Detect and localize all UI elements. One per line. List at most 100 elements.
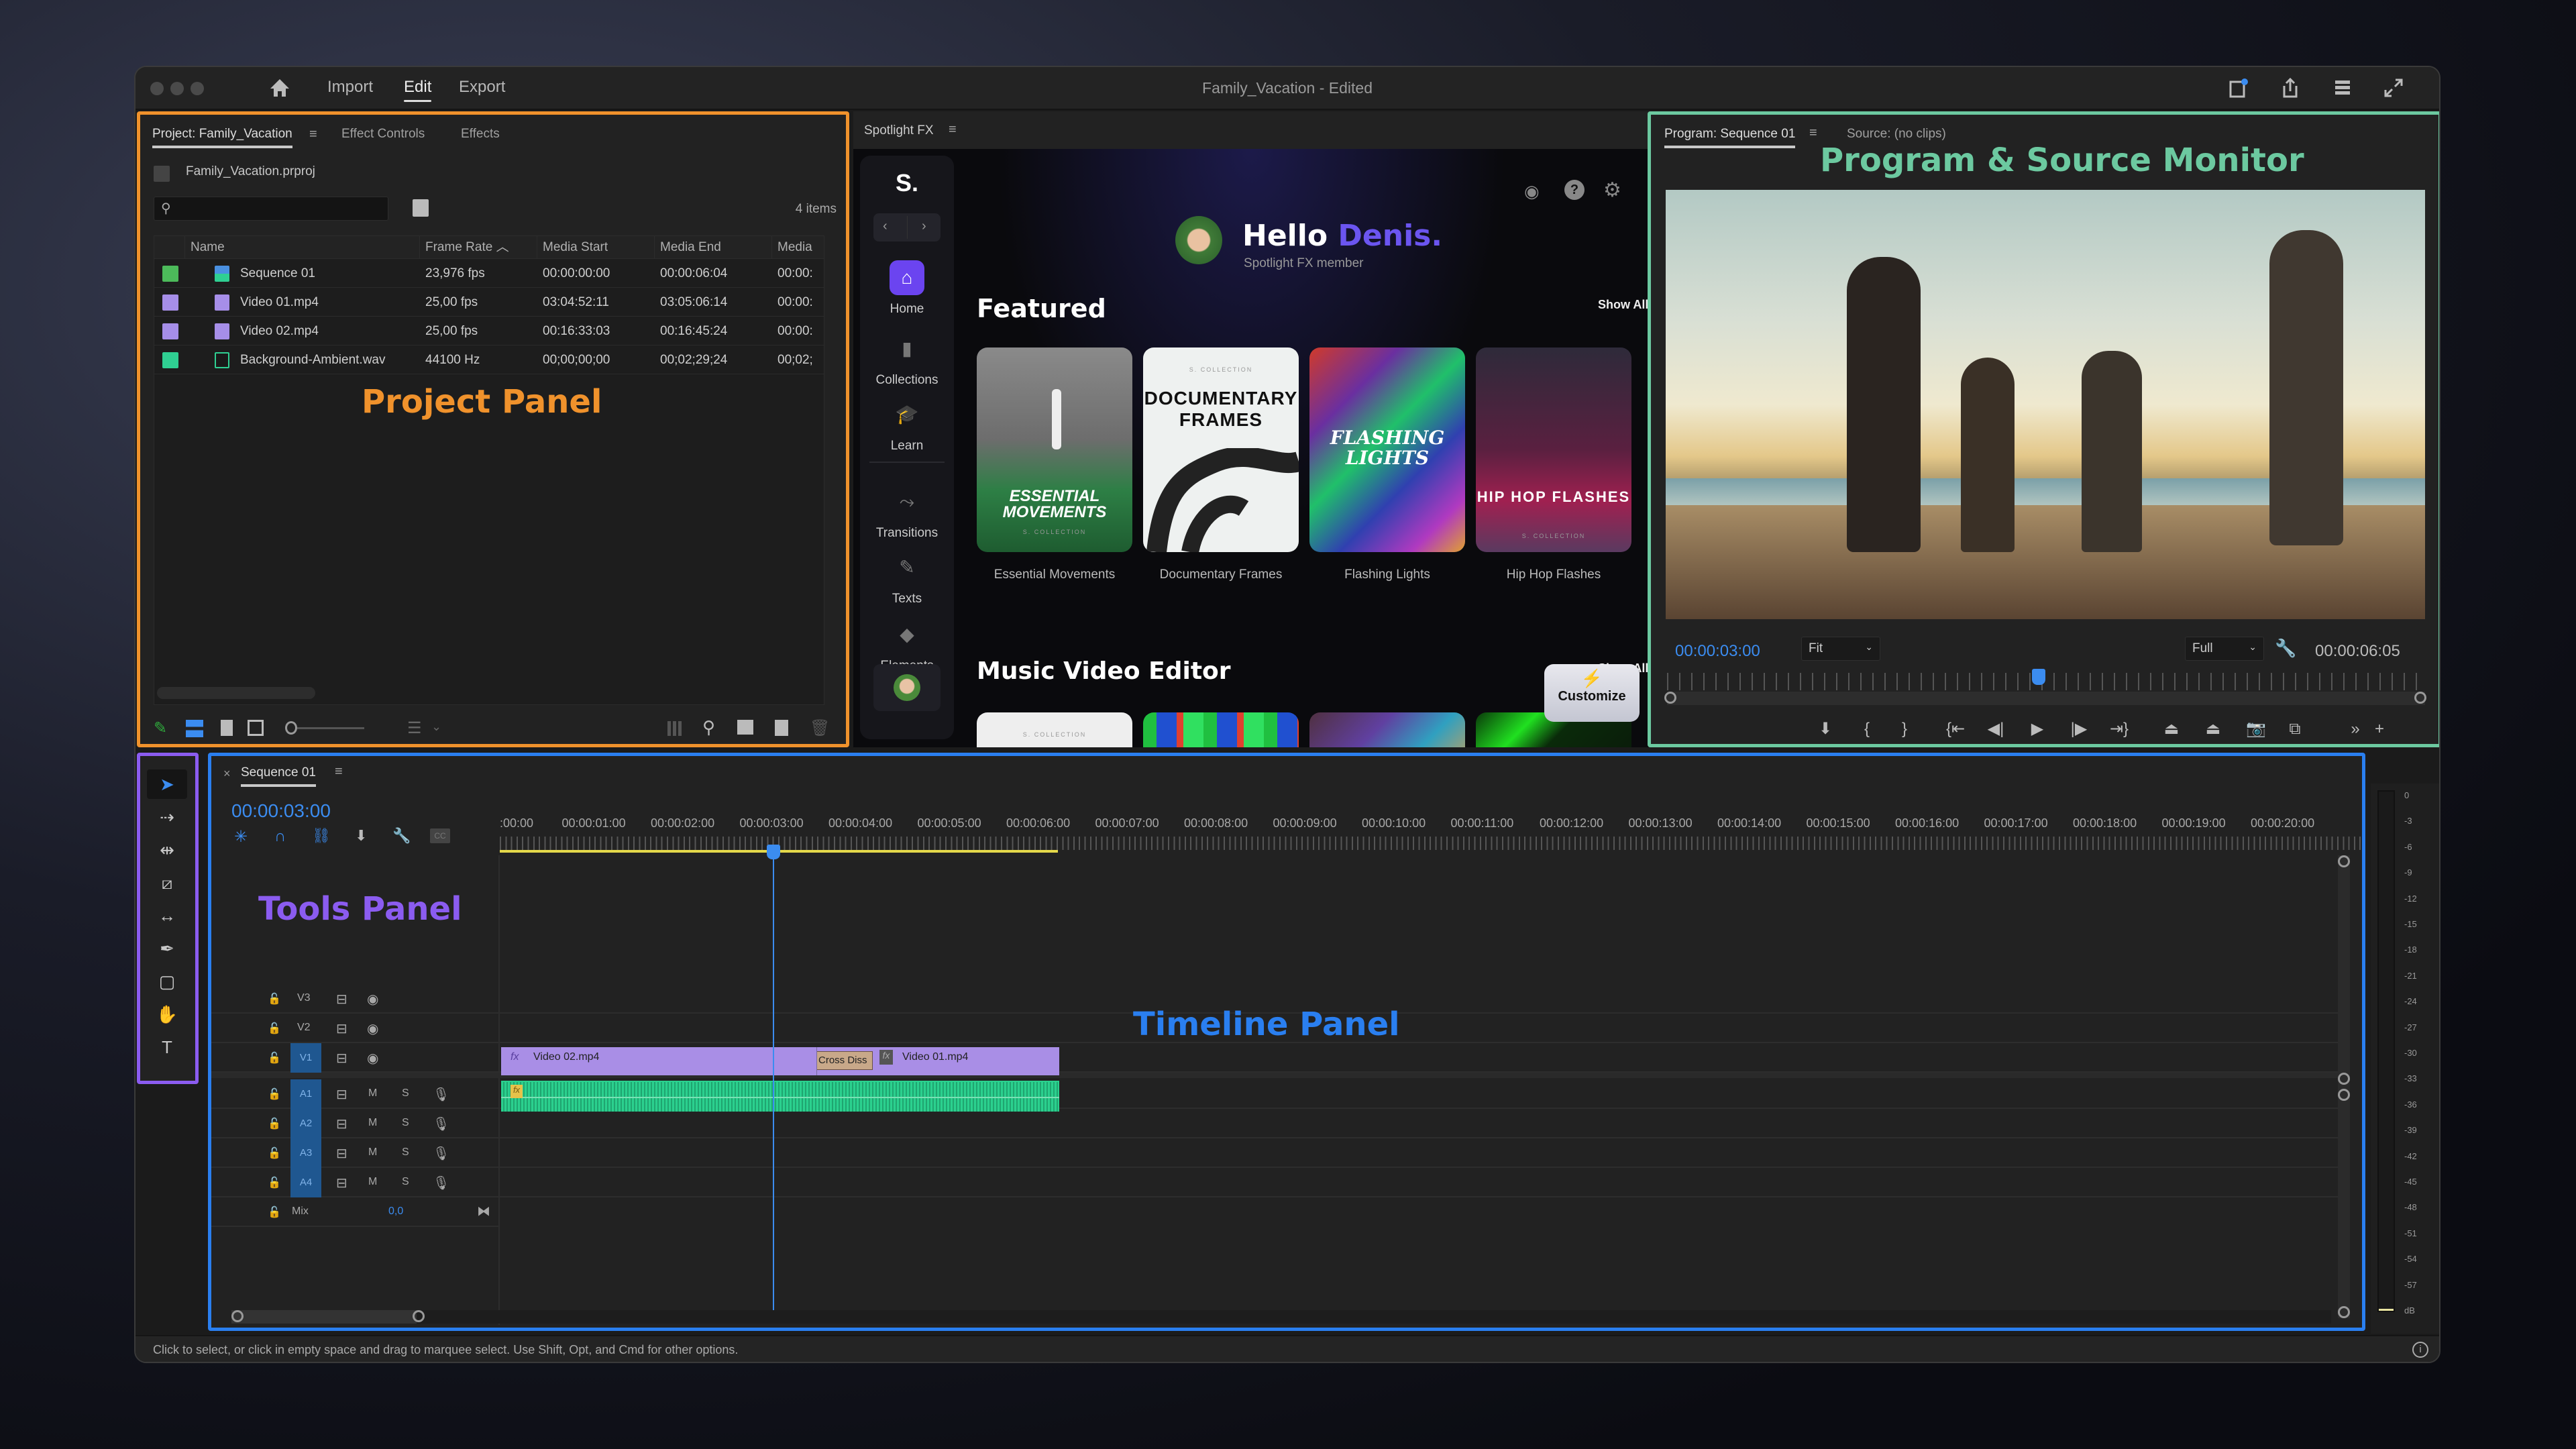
workspaces-icon[interactable]: [2329, 76, 2356, 101]
tab-sequence[interactable]: Sequence 01: [241, 765, 316, 787]
captions-icon[interactable]: CC: [430, 828, 450, 843]
sidebar-item-learn[interactable]: 🎓 Learn: [860, 397, 954, 453]
program-current-time[interactable]: 00:00:03:00: [1675, 642, 1760, 661]
discord-icon[interactable]: ◉: [1524, 181, 1540, 202]
type-tool-icon[interactable]: T: [147, 1032, 187, 1062]
mute-button[interactable]: M: [368, 1087, 377, 1099]
write-on-icon[interactable]: ✎: [154, 718, 167, 738]
track-target-toggle[interactable]: V3: [297, 992, 311, 1004]
table-row[interactable]: Video 01.mp4 25,00 fps 03:04:52:11 03:05:06…: [154, 288, 824, 317]
solo-button[interactable]: S: [402, 1176, 409, 1188]
lock-icon[interactable]: 🔓: [268, 1022, 281, 1035]
go-to-out-icon[interactable]: ⇥}: [2106, 716, 2133, 743]
find-icon[interactable]: [413, 199, 429, 217]
fullscreen-icon[interactable]: [2380, 76, 2407, 101]
sync-lock-icon[interactable]: ⊟: [336, 1086, 347, 1103]
mark-in-icon[interactable]: {: [1854, 716, 1880, 743]
zoom-level-select[interactable]: Fit ⌄: [1801, 637, 1880, 661]
rectangle-tool-icon[interactable]: ▢: [147, 967, 187, 996]
panel-menu-icon[interactable]: ≡: [309, 127, 317, 142]
sync-lock-icon[interactable]: ⊟: [336, 1175, 347, 1191]
find-icon-bottom[interactable]: ⚲: [702, 717, 715, 738]
clip-background-ambient[interactable]: fx: [501, 1081, 1059, 1112]
panel-menu-icon[interactable]: ≡: [1809, 125, 1817, 141]
monitor-time-ruler[interactable]: [1667, 673, 2425, 690]
pen-tool-icon[interactable]: ✒: [147, 934, 187, 963]
add-button-icon[interactable]: +: [2366, 716, 2393, 743]
trash-icon[interactable]: 🗑: [810, 718, 830, 738]
featured-show-all-link[interactable]: Show All: [1598, 298, 1648, 312]
table-row[interactable]: Background-Ambient.wav 44100 Hz 00;00;00;0…: [154, 345, 824, 374]
customize-button[interactable]: ⚡ Customize: [1544, 664, 1640, 722]
sidebar-item-collections[interactable]: ▮ Collections: [860, 331, 954, 388]
lock-icon[interactable]: 🔓: [268, 1087, 281, 1101]
table-row[interactable]: Video 02.mp4 25,00 fps 00:16:33:03 00:16:45…: [154, 317, 824, 345]
horizontal-scrollbar[interactable]: [231, 1310, 2331, 1324]
col-media-duration[interactable]: Media: [772, 236, 826, 259]
scrollbar-handle-left[interactable]: [1664, 692, 1676, 704]
eye-icon[interactable]: ◉: [367, 1020, 378, 1037]
label-color-swatch[interactable]: [162, 352, 178, 368]
help-icon[interactable]: ?: [1564, 180, 1585, 200]
mix-collapse-icon[interactable]: ⧓: [477, 1203, 490, 1220]
zoom-slider[interactable]: [297, 727, 364, 729]
playback-resolution-select[interactable]: Full ⌄: [2185, 637, 2264, 661]
settings-wrench-icon[interactable]: 🔧: [2275, 638, 2296, 659]
scrollbar-thumb[interactable]: [231, 1310, 417, 1324]
program-video-frame[interactable]: [1666, 190, 2425, 619]
linked-selection-icon[interactable]: ⛓: [312, 827, 331, 845]
tab-source[interactable]: Source: (no clips): [1847, 127, 1946, 142]
forward-arrow-icon[interactable]: ›: [922, 219, 926, 234]
new-item-icon[interactable]: [775, 720, 788, 736]
settings-icon[interactable]: ⚙: [1603, 178, 1621, 202]
card-label[interactable]: Essential Movements: [971, 568, 1138, 582]
col-media-start[interactable]: Media Start: [537, 236, 655, 259]
voiceover-record-icon[interactable]: 🎙: [433, 1116, 449, 1132]
panel-menu-icon[interactable]: ≡: [335, 764, 343, 780]
voiceover-record-icon[interactable]: 🎙: [433, 1145, 449, 1162]
eye-icon[interactable]: ◉: [367, 991, 378, 1008]
panel-menu-icon[interactable]: ≡: [949, 122, 957, 138]
card-label[interactable]: Flashing Lights: [1303, 568, 1471, 582]
export-frame-icon[interactable]: 📷: [2243, 716, 2269, 743]
label-color-swatch[interactable]: [162, 266, 178, 282]
project-search-input[interactable]: ⚲: [154, 197, 388, 221]
vertical-scrollbar[interactable]: [2338, 855, 2350, 1318]
sidebar-item-texts[interactable]: ✎ Texts: [860, 550, 954, 606]
lock-icon[interactable]: 🔓: [268, 1051, 281, 1065]
sync-lock-icon[interactable]: ⊟: [336, 1050, 347, 1067]
card-thermal[interactable]: [1143, 712, 1299, 747]
card-prism[interactable]: [1309, 712, 1465, 747]
icon-view-icon[interactable]: [221, 720, 233, 736]
automate-to-sequence-icon[interactable]: [667, 721, 684, 736]
card-hip-hop-flashes[interactable]: HIP HOP FLASHES S. COLLECTION: [1476, 347, 1631, 552]
lock-icon[interactable]: 🔓: [268, 1176, 281, 1189]
profile-button[interactable]: [873, 664, 941, 711]
mute-button[interactable]: M: [368, 1146, 377, 1159]
sync-lock-icon[interactable]: ⊟: [336, 991, 347, 1008]
scrollbar-handle-right[interactable]: [2414, 692, 2426, 704]
card-essential-movements[interactable]: ESSENTIAL MOVEMENTS S. COLLECTION: [977, 347, 1132, 552]
scrollbar-handle[interactable]: [2338, 1073, 2350, 1085]
close-sequence-icon[interactable]: ×: [223, 767, 231, 781]
freeform-view-icon[interactable]: [248, 720, 264, 736]
track-target-toggle[interactable]: A3: [290, 1138, 321, 1168]
mute-button[interactable]: M: [368, 1176, 377, 1188]
step-back-icon[interactable]: ◀|: [1982, 716, 2009, 743]
table-row[interactable]: Sequence 01 23,976 fps 00:00:00:00 00:00:06…: [154, 259, 824, 288]
go-to-in-icon[interactable]: {⇤: [1942, 716, 1969, 743]
razor-tool-icon[interactable]: ⧄: [147, 868, 187, 898]
play-icon[interactable]: ▶: [2024, 716, 2051, 743]
col-name[interactable]: Name: [185, 236, 420, 259]
card-label[interactable]: Hip Hop Flashes: [1470, 568, 1638, 582]
monitor-zoom-scrollbar[interactable]: [1664, 692, 2426, 705]
list-view-icon[interactable]: [186, 720, 203, 737]
track-target-toggle[interactable]: V1: [290, 1043, 321, 1073]
add-marker-icon[interactable]: ⬇: [1812, 716, 1839, 743]
zoom-slider-handle[interactable]: [285, 721, 297, 735]
clip-video-02[interactable]: fx Video 02.mp4: [501, 1047, 769, 1075]
track-target-toggle[interactable]: A2: [290, 1109, 321, 1138]
horizontal-scrollbar[interactable]: [157, 687, 315, 699]
eye-icon[interactable]: ◉: [367, 1050, 378, 1067]
solo-button[interactable]: S: [402, 1117, 409, 1129]
